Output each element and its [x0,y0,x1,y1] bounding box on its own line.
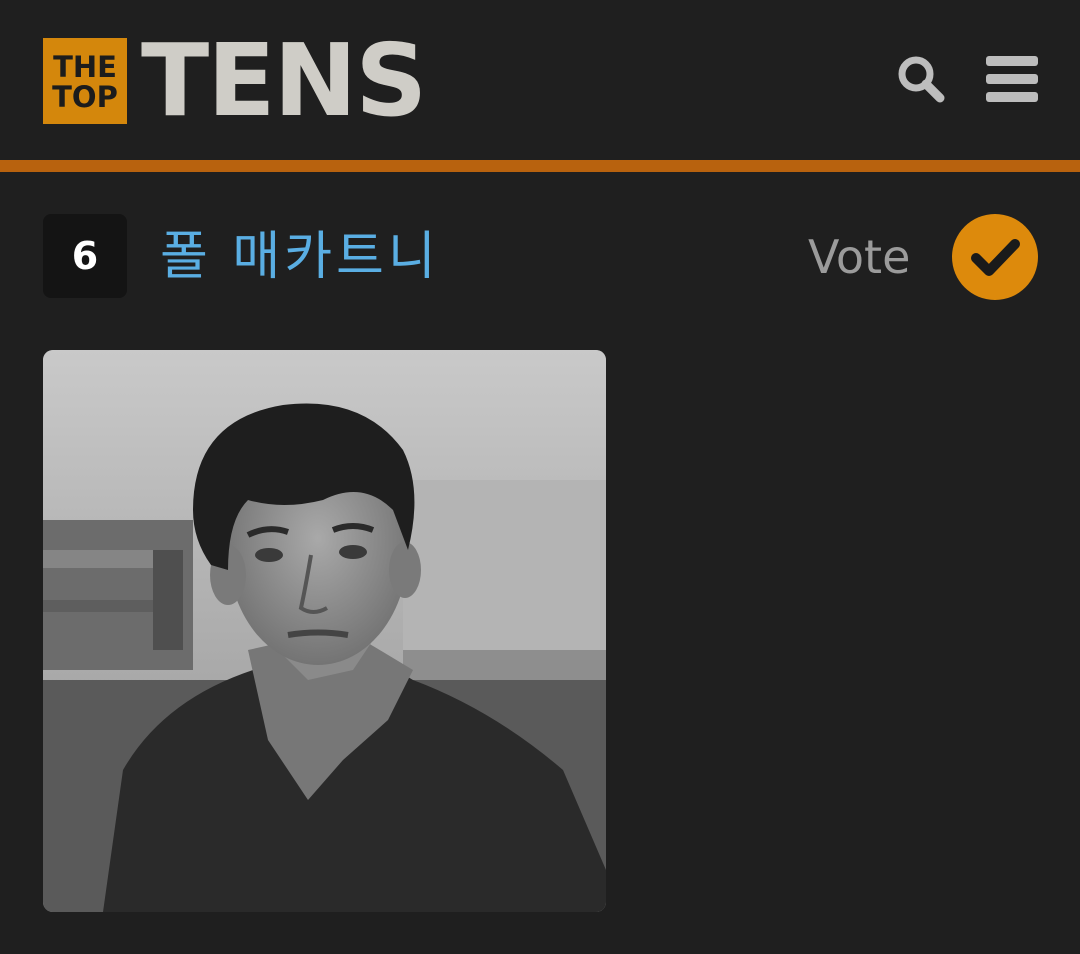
vote-button[interactable] [952,214,1038,300]
rank-badge: 6 [43,214,127,298]
vote-label: Vote [808,230,911,284]
item-photo[interactable] [43,350,606,912]
checkmark-icon [971,239,1020,276]
logo-badge-line2: TOP [52,80,118,114]
menu-button[interactable] [986,55,1038,103]
hamburger-menu-icon [986,56,1038,102]
logo-wordmark: TENS [141,22,427,139]
site-logo[interactable]: THE TOP TENS [43,22,427,139]
logo-badge-line1: THE [53,50,117,84]
search-icon [898,56,945,103]
page: THE TOP TENS 6 폴 매카트니 Vote [0,0,1080,954]
search-button[interactable] [896,54,946,104]
item-title-link[interactable]: 폴 매카트니 [160,222,440,292]
header-accent-rule [0,160,1080,172]
site-header: THE TOP TENS [0,0,1080,160]
logo-badge: THE TOP [43,38,127,124]
portrait-photo [43,350,606,912]
